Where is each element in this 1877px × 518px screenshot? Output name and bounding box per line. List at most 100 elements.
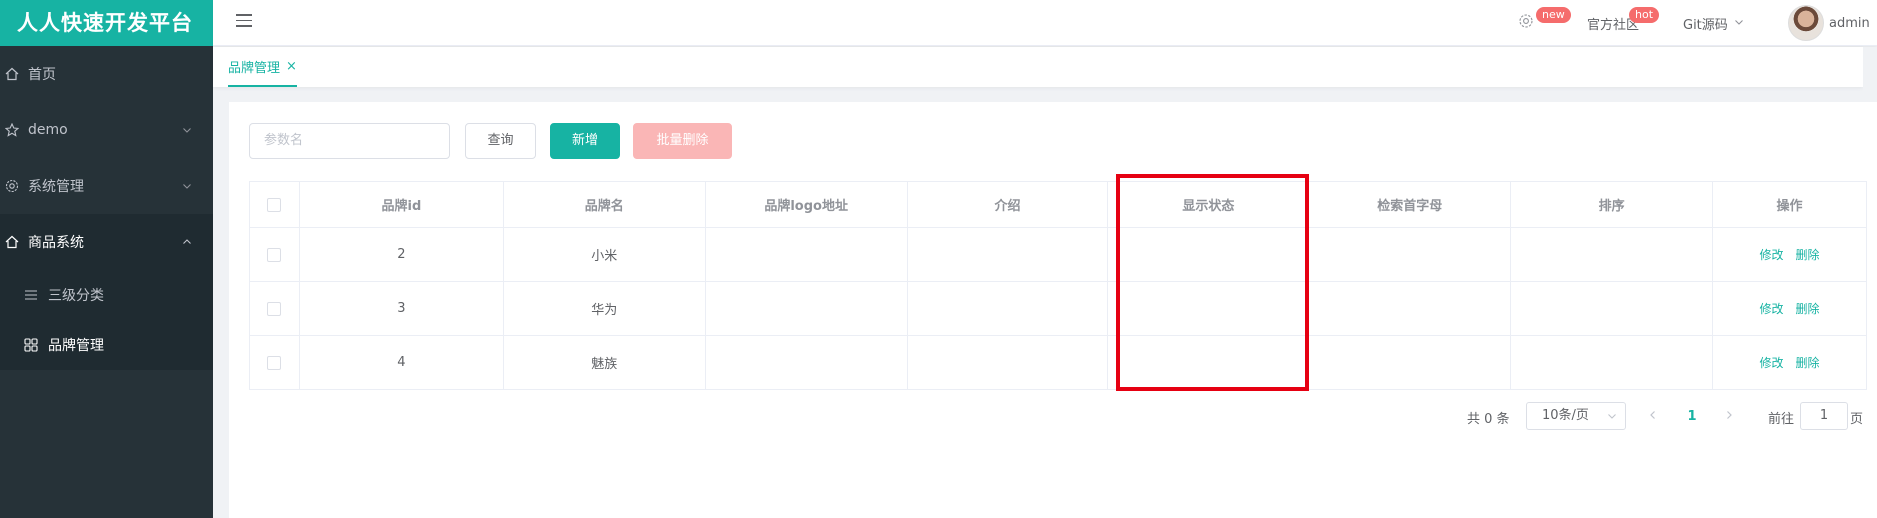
page-size-select[interactable]: 10条/页 <box>1526 402 1626 430</box>
sidebar-item-demo[interactable]: demo <box>0 102 213 158</box>
sidebar: 人人快速开发平台 首页 demo 系统管理 商品系统 三级分类 品牌管理 <box>0 0 213 518</box>
chevron-down-icon <box>1607 403 1617 439</box>
settings-button[interactable] <box>1518 0 1534 46</box>
add-button[interactable]: 新增 <box>550 123 620 159</box>
brand-logo-cell <box>706 282 908 335</box>
show-status-cell <box>1108 228 1310 281</box>
sidebar-item-label: demo <box>28 122 68 138</box>
show-status-cell <box>1108 282 1310 335</box>
param-name-input[interactable]: 参数名 <box>249 123 450 159</box>
top-header: new 官方社区 hot Git源码 admin <box>213 0 1877 46</box>
new-badge: new <box>1536 7 1571 23</box>
user-name: admin <box>1829 15 1870 31</box>
column-header[interactable]: 品牌名 <box>504 182 706 227</box>
sidebar-item-brand[interactable]: 品牌管理 <box>0 320 213 370</box>
brand-name-cell: 小米 <box>504 228 706 281</box>
brand-table: 品牌id 品牌名 品牌logo地址 介绍 显示状态 检索首字母 排序 操作 2 … <box>249 181 1867 390</box>
brand-descript-cell <box>908 336 1109 389</box>
column-header[interactable]: 品牌id <box>300 182 504 227</box>
brand-id-cell: 4 <box>300 336 504 389</box>
row-select-cell <box>250 336 300 389</box>
table-row: 4 魅族 修改 删除 <box>250 336 1867 389</box>
column-header[interactable]: 品牌logo地址 <box>706 182 908 227</box>
sidebar-item-label: 商品系统 <box>28 235 84 251</box>
brand-descript-cell <box>908 228 1109 281</box>
first-letter-cell <box>1309 228 1512 281</box>
user-menu[interactable]: admin <box>1788 0 1870 46</box>
tabs-bar: 品牌管理 × <box>213 47 1863 87</box>
brand-logo-cell <box>706 336 908 389</box>
edit-button[interactable]: 修改 <box>1760 300 1784 317</box>
gear-icon <box>1518 13 1534 33</box>
first-letter-cell <box>1309 336 1512 389</box>
sidebar-item-category[interactable]: 三级分类 <box>0 270 213 320</box>
main-panel: 参数名 查询 新增 批量删除 品牌id 品牌名 品牌logo地址 介绍 显示状态… <box>229 102 1877 518</box>
chevron-down-icon <box>1734 16 1744 31</box>
column-header[interactable]: 检索首字母 <box>1309 182 1512 227</box>
column-header[interactable]: 操作 <box>1713 182 1867 227</box>
delete-button[interactable]: 删除 <box>1796 354 1820 371</box>
column-header[interactable]: 介绍 <box>908 182 1109 227</box>
sidebar-item-label: 系统管理 <box>28 179 84 195</box>
page-number[interactable]: 1 <box>1679 402 1705 430</box>
sidebar-item-label: 三级分类 <box>48 288 104 304</box>
row-checkbox[interactable] <box>267 301 282 316</box>
edit-button[interactable]: 修改 <box>1760 246 1784 263</box>
menu-toggle-icon[interactable] <box>236 14 252 30</box>
brand-descript-cell <box>908 282 1109 335</box>
brand-logo-cell <box>706 228 908 281</box>
chevron-left-icon <box>1648 408 1658 424</box>
tab-brand-management[interactable]: 品牌管理 × <box>228 47 297 87</box>
sidebar-item-system[interactable]: 系统管理 <box>0 158 213 214</box>
page-suffix: 页 <box>1850 411 1864 427</box>
table-row: 2 小米 修改 删除 <box>250 228 1867 282</box>
first-letter-cell <box>1309 282 1512 335</box>
batch-delete-button[interactable]: 批量删除 <box>633 123 732 159</box>
star-icon <box>4 122 20 138</box>
home-icon <box>4 234 20 250</box>
sidebar-item-product-system[interactable]: 商品系统 <box>0 214 213 270</box>
gear-icon <box>4 178 20 194</box>
row-checkbox[interactable] <box>267 355 282 370</box>
git-source-dropdown[interactable]: Git源码 <box>1683 0 1744 46</box>
chevron-down-icon <box>181 180 193 192</box>
row-checkbox[interactable] <box>267 247 282 262</box>
sidebar-item-home[interactable]: 首页 <box>0 46 213 102</box>
grid-icon <box>24 338 38 352</box>
goto-label: 前往 <box>1768 411 1795 427</box>
chevron-right-icon <box>1724 408 1734 424</box>
actions-cell: 修改 删除 <box>1713 228 1867 281</box>
community-link[interactable]: 官方社区 <box>1587 0 1639 46</box>
next-page-button[interactable] <box>1716 402 1742 430</box>
sidebar-item-label: 品牌管理 <box>48 338 104 354</box>
submenu-product-system: 三级分类 品牌管理 <box>0 270 213 370</box>
select-all-checkbox[interactable] <box>267 197 282 212</box>
sort-cell <box>1511 228 1714 281</box>
sort-cell <box>1511 336 1714 389</box>
row-select-cell <box>250 228 300 281</box>
brand-id-cell: 3 <box>300 282 504 335</box>
query-button[interactable]: 查询 <box>465 123 536 159</box>
actions-cell: 修改 删除 <box>1713 282 1867 335</box>
table-row: 3 华为 修改 删除 <box>250 282 1867 336</box>
avatar <box>1788 5 1824 41</box>
column-header[interactable]: 显示状态 <box>1108 182 1310 227</box>
close-icon[interactable]: × <box>286 59 297 74</box>
delete-button[interactable]: 删除 <box>1796 246 1820 263</box>
prev-page-button[interactable] <box>1640 402 1666 430</box>
show-status-cell <box>1108 336 1310 389</box>
table-header-row: 品牌id 品牌名 品牌logo地址 介绍 显示状态 检索首字母 排序 操作 <box>250 182 1867 228</box>
app-title: 人人快速开发平台 <box>0 0 213 46</box>
tab-label: 品牌管理 <box>228 60 281 76</box>
sort-cell <box>1511 282 1714 335</box>
actions-cell: 修改 删除 <box>1713 336 1867 389</box>
list-icon <box>24 288 38 302</box>
chevron-up-icon <box>181 236 193 248</box>
edit-button[interactable]: 修改 <box>1760 354 1784 371</box>
goto-page-input[interactable]: 1 <box>1800 402 1848 430</box>
column-header[interactable]: 排序 <box>1511 182 1714 227</box>
delete-button[interactable]: 删除 <box>1796 300 1820 317</box>
brand-id-cell: 2 <box>300 228 504 281</box>
chevron-down-icon <box>181 124 193 136</box>
row-select-cell <box>250 282 300 335</box>
